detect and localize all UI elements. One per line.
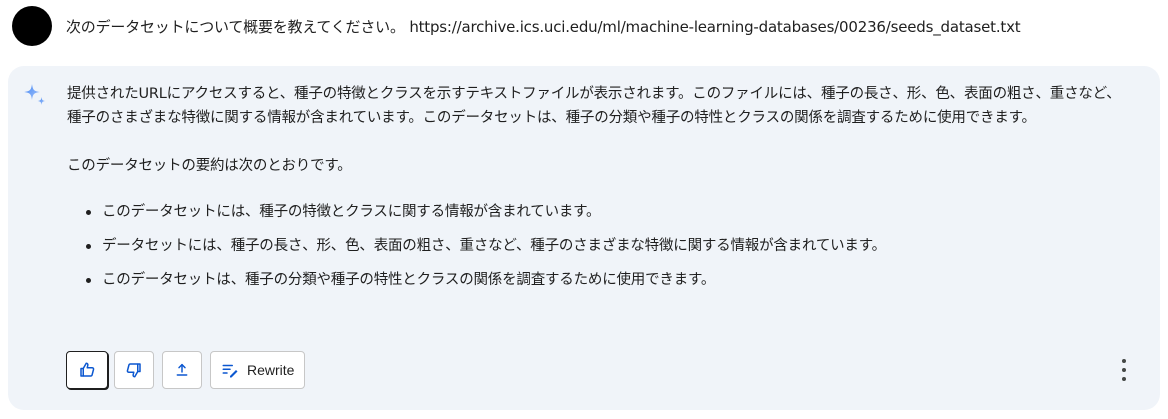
share-button[interactable] xyxy=(162,351,202,389)
user-prompt-text: 次のデータセットについて概要を教えてください。 https://archive.… xyxy=(66,18,1021,36)
list-item: このデータセットには、種子の特徴とクラスに関する情報が含まれています。 xyxy=(67,200,1127,234)
list-item: データセットには、種子の長さ、形、色、表面の粗さ、重さなど、種子のさまざまな特徴… xyxy=(67,234,1127,268)
thumbs-down-icon xyxy=(126,363,141,378)
response-body: 提供されたURLにアクセスすると、種子の特徴とクラスを示すテキストファイルが表示… xyxy=(67,82,1127,302)
response-card: 提供されたURLにアクセスすると、種子の特徴とクラスを示すテキストファイルが表示… xyxy=(8,66,1160,410)
more-vertical-icon xyxy=(1122,377,1126,381)
rewrite-icon xyxy=(222,364,238,378)
share-icon xyxy=(176,363,188,376)
sparkle-icon xyxy=(24,84,46,105)
response-paragraph: 提供されたURLにアクセスすると、種子の特徴とクラスを示すテキストファイルが表示… xyxy=(67,86,1121,126)
user-message: 次のデータセットについて概要を教えてください。 https://archive.… xyxy=(0,0,1168,56)
more-options-button[interactable] xyxy=(1114,359,1134,381)
more-vertical-icon xyxy=(1122,368,1126,372)
more-vertical-icon xyxy=(1122,359,1126,363)
response-paragraph: このデータセットの要約は次のとおりです。 xyxy=(67,158,352,174)
thumbs-up-icon xyxy=(80,362,95,377)
list-item: このデータセットは、種子の分類や種子の特性とクラスの関係を調査するために使用でき… xyxy=(67,268,1127,302)
rewrite-label: Rewrite xyxy=(247,362,295,378)
rewrite-button[interactable]: Rewrite xyxy=(210,351,305,389)
thumbs-down-button[interactable] xyxy=(114,351,154,389)
summary-list: このデータセットには、種子の特徴とクラスに関する情報が含まれています。 データセ… xyxy=(67,200,1127,302)
thumbs-up-button[interactable] xyxy=(66,351,108,389)
avatar[interactable] xyxy=(12,6,52,46)
